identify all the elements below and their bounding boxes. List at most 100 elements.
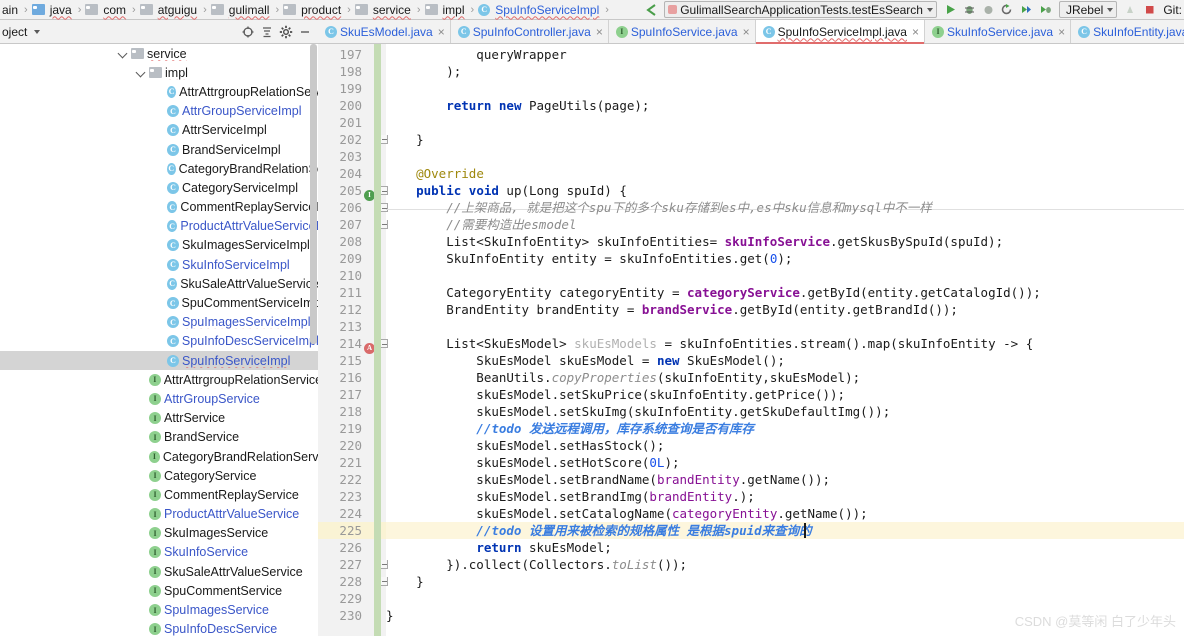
jrebel-selector[interactable]: JRebel: [1058, 1, 1118, 18]
close-icon[interactable]: ×: [595, 25, 603, 39]
code-line[interactable]: queryWrapper: [386, 46, 1184, 63]
close-icon[interactable]: ×: [742, 25, 750, 39]
tree-item-attrattrgrouprelationservice[interactable]: I AttrAttrgroupRelationService: [0, 370, 318, 389]
tree-item-service[interactable]: service: [0, 44, 318, 63]
tree-item-skuimagesservice[interactable]: I SkuImagesService: [0, 524, 318, 543]
tree-item-commentreplayserviceimpl[interactable]: CCommentReplayServiceImpl: [0, 198, 318, 217]
editor-tab-spuinfoservice[interactable]: I SpuInfoService.java ×: [609, 20, 756, 43]
jrebel-run-icon[interactable]: [1018, 1, 1035, 18]
breadcrumb-item-product[interactable]: product ›: [283, 0, 355, 20]
tree-item-spuimagesservice[interactable]: I SpuImagesService: [0, 600, 318, 619]
code-line[interactable]: SkuInfoEntity entity = skuInfoEntities.g…: [386, 250, 1184, 267]
chevron-down-icon[interactable]: [34, 29, 41, 34]
tree-item-attrgroupserviceimpl[interactable]: C AttrGroupServiceImpl: [0, 102, 318, 121]
chevron-down-icon[interactable]: [118, 48, 129, 59]
code-line[interactable]: [386, 590, 1184, 607]
editor-tab-skuinfoentity[interactable]: CSkuInfoEntity.java×: [1071, 20, 1184, 43]
code-content[interactable]: queryWrapper ); return new PageUtils(pag…: [386, 44, 1184, 636]
editor-tab-bar[interactable]: C SkuEsModel.java × C SpuInfoController.java…: [318, 20, 1184, 44]
code-line[interactable]: return skuEsModel;: [386, 539, 1184, 556]
tree-item-productattrvalueserviceimpl[interactable]: CProductAttrValueServiceImpl: [0, 217, 318, 236]
code-line[interactable]: skuEsModel.setBrandImg(brandEntity.);: [386, 488, 1184, 505]
tree-item-commentreplayservice[interactable]: I CommentReplayService: [0, 485, 318, 504]
tree-item-spuinfodescservice[interactable]: I SpuInfoDescService: [0, 620, 318, 636]
run-coverage-icon[interactable]: [980, 1, 997, 18]
tree-item-skuimagesserviceimpl[interactable]: C SkuImagesServiceImpl: [0, 236, 318, 255]
breadcrumb[interactable]: ain › java › com › atguigu › gulimall › product › se…: [0, 0, 613, 20]
code-line[interactable]: skuEsModel.setBrandName(brandEntity.getN…: [386, 471, 1184, 488]
code-line[interactable]: );: [386, 63, 1184, 80]
locate-icon[interactable]: [239, 23, 256, 40]
tree-item-spucommentservice[interactable]: I SpuCommentService: [0, 581, 318, 600]
tree-item-brandserviceimpl[interactable]: C BrandServiceImpl: [0, 140, 318, 159]
minimize-icon[interactable]: [296, 23, 313, 40]
tree-item-attrserviceimpl[interactable]: C AttrServiceImpl: [0, 121, 318, 140]
tree-item-spuinfoserviceimpl[interactable]: C SpuInfoServiceImpl: [0, 351, 318, 371]
tree-item-skusaleattrvalueservice[interactable]: I SkuSaleAttrValueService: [0, 562, 318, 581]
run-icon[interactable]: [942, 1, 959, 18]
code-line[interactable]: skuEsModel.setHotScore(0L);: [386, 454, 1184, 471]
code-line[interactable]: //todo 发送远程调用，库存系统查询是否有库存: [386, 420, 1184, 437]
editor-tab-spuinfoserviceimpl[interactable]: C SpuInfoServiceImpl.java ×: [755, 20, 925, 44]
run-configuration-selector[interactable]: GulimallSearchApplicationTests.testEsSea…: [664, 1, 937, 18]
code-line[interactable]: }: [386, 573, 1184, 590]
sidebar-scrollbar[interactable]: [310, 44, 317, 344]
code-line[interactable]: BeanUtils.copyProperties(skuInfoEntity,s…: [386, 369, 1184, 386]
code-line[interactable]: //需要构造出esmodel: [386, 216, 1184, 233]
breadcrumb-item-service[interactable]: service ›: [354, 0, 425, 20]
code-line[interactable]: List<SkuEsModel> skuEsModels = skuInfoEn…: [386, 335, 1184, 352]
debug-icon[interactable]: [961, 1, 978, 18]
tree-item-spucommentserviceimpl[interactable]: C SpuCommentServiceImpl: [0, 293, 318, 312]
breadcrumb-item-java[interactable]: java ›: [31, 0, 86, 20]
code-line[interactable]: [386, 148, 1184, 165]
code-line[interactable]: skuEsModel.setSkuPrice(skuInfoEntity.get…: [386, 386, 1184, 403]
tree-item-categoryserviceimpl[interactable]: C CategoryServiceImpl: [0, 178, 318, 197]
stop-icon[interactable]: [1141, 1, 1158, 18]
tree-item-skuinfoservice[interactable]: I SkuInfoService: [0, 543, 318, 562]
tree-item-skuinfoserviceimpl[interactable]: C SkuInfoServiceImpl: [0, 255, 318, 274]
code-line[interactable]: }).collect(Collectors.toList());: [386, 556, 1184, 573]
tree-item-spuimagesserviceimpl[interactable]: C SpuImagesServiceImpl: [0, 313, 318, 332]
breadcrumb-item-atguigu[interactable]: atguigu ›: [139, 0, 211, 20]
code-line[interactable]: //todo 设置用来被检索的规格属性 是根据spuid来查询的: [386, 522, 1184, 539]
code-line[interactable]: skuEsModel.setSkuImg(skuInfoEntity.getSk…: [386, 403, 1184, 420]
back-arrow-icon[interactable]: [642, 1, 659, 18]
tree-item-categoryservice[interactable]: I CategoryService: [0, 466, 318, 485]
editor-tab-skuinfoservice[interactable]: I SkuInfoService.java ×: [925, 20, 1072, 43]
jrebel-debug-icon[interactable]: [1037, 1, 1054, 18]
code-line[interactable]: List<SkuInfoEntity> skuInfoEntities= sku…: [386, 233, 1184, 250]
project-tree[interactable]: serviceimplCAttrAttrgroupRelationService…: [0, 44, 318, 636]
code-line[interactable]: CategoryEntity categoryEntity = category…: [386, 284, 1184, 301]
breadcrumb-item-spuinfoserviceimpl[interactable]: C SpuInfoServiceImpl ›: [478, 0, 613, 20]
chevron-down-icon[interactable]: [1107, 7, 1114, 12]
chevron-down-icon[interactable]: [926, 7, 933, 12]
code-line[interactable]: [386, 267, 1184, 284]
collapse-all-icon[interactable]: [258, 23, 275, 40]
code-line[interactable]: public void up(Long spuId) {: [386, 182, 1184, 199]
code-line[interactable]: [386, 80, 1184, 97]
breadcrumb-item-impl[interactable]: impl ›: [424, 0, 479, 20]
gear-icon[interactable]: [277, 23, 294, 40]
code-line[interactable]: skuEsModel.setCatalogName(categoryEntity…: [386, 505, 1184, 522]
breadcrumb-item-com[interactable]: com ›: [85, 0, 139, 20]
breadcrumb-item-ain[interactable]: ain ›: [0, 0, 32, 20]
rerun-icon[interactable]: [999, 1, 1016, 18]
code-line[interactable]: return new PageUtils(page);: [386, 97, 1184, 114]
editor-tab-spuinfocontroller[interactable]: C SpuInfoController.java ×: [451, 20, 609, 43]
code-editor[interactable]: 197 198 199 200 201 202 203 204 205 206 207 208 209 2…: [318, 44, 1184, 636]
code-line[interactable]: SkuEsModel skuEsModel = new SkuEsModel()…: [386, 352, 1184, 369]
tree-item-attrservice[interactable]: I AttrService: [0, 409, 318, 428]
code-line[interactable]: @Override: [386, 165, 1184, 182]
close-icon[interactable]: ×: [1057, 25, 1065, 39]
code-line[interactable]: [386, 114, 1184, 131]
tree-item-categorybrandrelationservice[interactable]: I CategoryBrandRelationService: [0, 447, 318, 466]
close-icon[interactable]: ×: [911, 25, 919, 39]
breadcrumb-item-gulimall[interactable]: gulimall ›: [210, 0, 283, 20]
code-line[interactable]: }: [386, 131, 1184, 148]
tree-item-impl[interactable]: impl: [0, 63, 318, 82]
tree-item-brandservice[interactable]: I BrandService: [0, 428, 318, 447]
code-line[interactable]: //上架商品, 就是把这个spu下的多个sku存储到es中,es中sku信息和m…: [386, 199, 1184, 216]
tree-item-productattrvalueservice[interactable]: I ProductAttrValueService: [0, 505, 318, 524]
code-line[interactable]: skuEsModel.setHasStock();: [386, 437, 1184, 454]
tree-item-categorybrandrelationserviceimpl[interactable]: CCategoryBrandRelationServiceImpl: [0, 159, 318, 178]
